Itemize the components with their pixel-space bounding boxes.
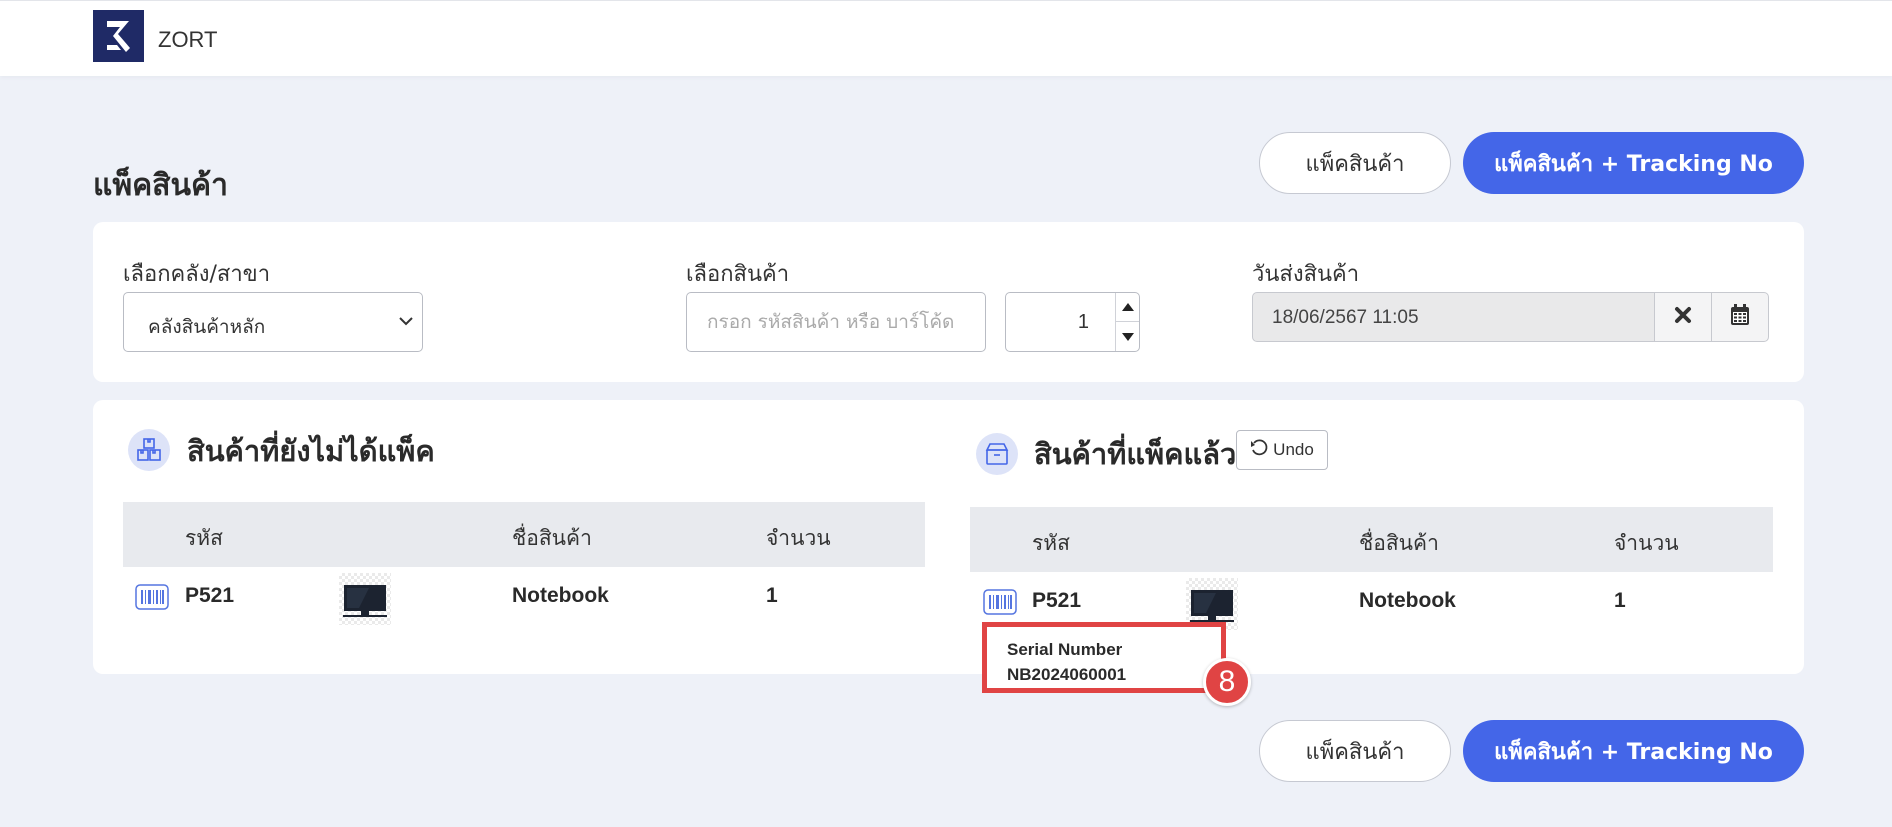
pack-tracking-button-bottom[interactable]: แพ็คสินค้า + Tracking No	[1463, 720, 1804, 782]
packed-row-code: P521	[1032, 589, 1082, 612]
unpacked-row-name: Notebook	[512, 584, 609, 607]
top-navbar: ZORT	[0, 0, 1892, 76]
increment-icon[interactable]	[1116, 293, 1139, 322]
quantity-spinner	[1115, 293, 1139, 351]
packed-row-qty: 1	[1614, 589, 1626, 612]
unpacked-col-qty: จำนวน	[766, 526, 831, 550]
zort-logo-icon[interactable]	[93, 10, 144, 62]
packed-col-code: รหัส	[1032, 531, 1070, 555]
undo-button[interactable]: Undo	[1236, 430, 1328, 470]
barcode-icon[interactable]	[135, 584, 169, 610]
page-title: แพ็คสินค้า	[93, 169, 228, 202]
ship-date-label: วันส่งสินค้า	[1252, 262, 1360, 287]
monitor-icon	[339, 573, 391, 625]
serial-number-label: Serial Number	[1007, 640, 1123, 659]
chevron-down-icon	[398, 313, 414, 334]
packed-row-name: Notebook	[1359, 589, 1456, 612]
decrement-icon[interactable]	[1116, 322, 1139, 351]
warehouse-value: คลังสินค้าหลัก	[148, 316, 266, 338]
warehouse-label: เลือกคลัง/สาขา	[123, 262, 271, 287]
calendar-button[interactable]	[1711, 292, 1769, 342]
pack-button-bottom[interactable]: แพ็คสินค้า	[1259, 720, 1451, 782]
undo-icon	[1250, 438, 1268, 462]
serial-number-value: NB2024060001	[1007, 665, 1127, 684]
boxes-icon	[128, 429, 170, 471]
undo-label: Undo	[1273, 440, 1314, 459]
quantity-value: 1	[1077, 311, 1089, 333]
serial-number-box: Serial Number NB2024060001	[982, 622, 1226, 693]
close-icon	[1674, 306, 1692, 329]
packed-title: สินค้าที่แพ็คแล้ว	[1034, 437, 1237, 471]
pack-tracking-button-top[interactable]: แพ็คสินค้า + Tracking No	[1463, 132, 1804, 194]
clear-date-button[interactable]	[1654, 292, 1712, 342]
box-icon	[976, 433, 1018, 475]
product-label: เลือกสินค้า	[686, 262, 790, 287]
unpacked-row-code: P521	[185, 584, 235, 607]
unpacked-col-name: ชื่อสินค้า	[512, 526, 592, 550]
calendar-icon	[1730, 303, 1750, 331]
unpacked-row-qty: 1	[766, 584, 778, 607]
ship-date-input[interactable]: 18/06/2567 11:05	[1252, 292, 1655, 342]
warehouse-select[interactable]: คลังสินค้าหลัก	[123, 292, 423, 352]
quantity-stepper[interactable]: 1	[1005, 292, 1140, 352]
ship-date-value: 18/06/2567 11:05	[1272, 307, 1419, 328]
packed-col-qty: จำนวน	[1614, 531, 1679, 555]
unpacked-col-code: รหัส	[185, 526, 223, 550]
packed-col-name: ชื่อสินค้า	[1359, 531, 1439, 555]
barcode-icon[interactable]	[983, 589, 1017, 615]
step-badge: 8	[1203, 658, 1251, 706]
brand-name: ZORT	[158, 27, 218, 52]
pack-button-top[interactable]: แพ็คสินค้า	[1259, 132, 1451, 194]
product-search-input[interactable]	[686, 292, 986, 352]
unpacked-title: สินค้าที่ยังไม่ได้แพ็ค	[187, 434, 435, 468]
